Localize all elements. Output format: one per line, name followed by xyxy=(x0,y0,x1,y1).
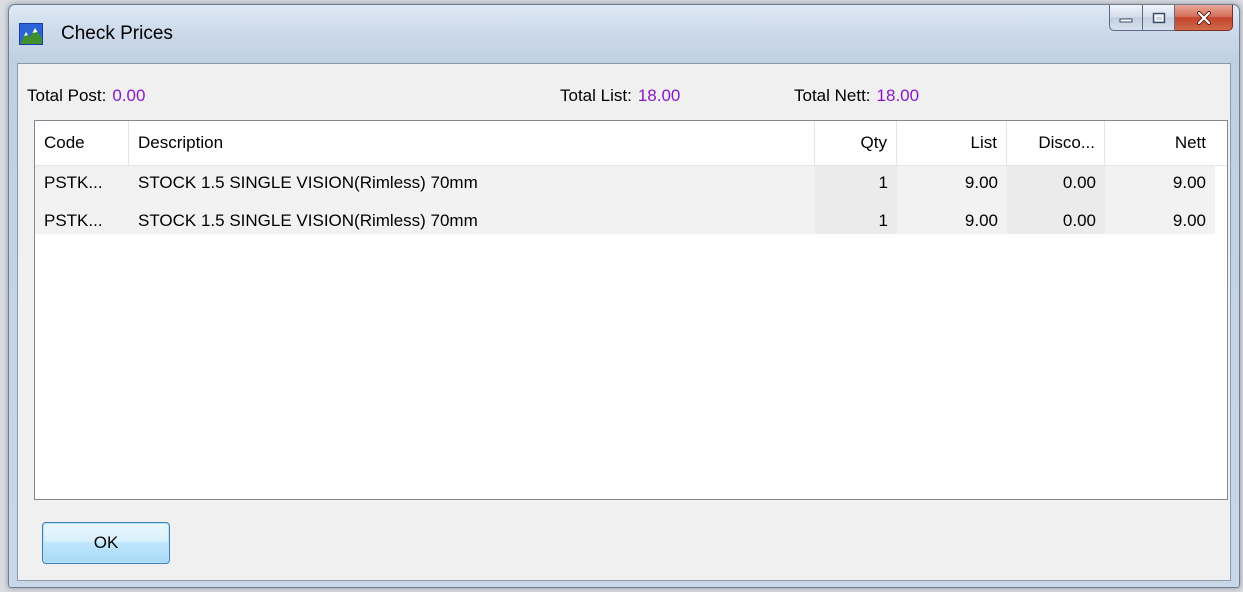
cell-qty: 1 xyxy=(815,200,897,234)
dialog-body: Total Post: 0.00 Total List: 18.00 Total N… xyxy=(17,63,1231,581)
column-header-qty[interactable]: Qty xyxy=(815,121,897,165)
caption-buttons xyxy=(1109,5,1233,31)
total-post-value: 0.00 xyxy=(112,86,146,105)
cell-nett: 9.00 xyxy=(1105,166,1215,200)
check-prices-window: Check Prices Total Post: 0.00 Total List… xyxy=(8,4,1240,588)
cell-discount: 0.00 xyxy=(1007,200,1105,234)
column-header-description[interactable]: Description xyxy=(129,121,815,165)
cell-code: PSTK... xyxy=(35,166,129,200)
cell-list: 9.00 xyxy=(897,166,1007,200)
total-list-value: 18.00 xyxy=(637,86,681,105)
prices-grid[interactable]: Code Description Qty List Disco... Nett … xyxy=(34,120,1228,500)
maximize-button[interactable] xyxy=(1143,5,1175,31)
grid-body: PSTK... STOCK 1.5 SINGLE VISION(Rimless)… xyxy=(35,166,1227,234)
table-row[interactable]: PSTK... STOCK 1.5 SINGLE VISION(Rimless)… xyxy=(35,166,1227,200)
column-header-discount[interactable]: Disco... xyxy=(1007,121,1105,165)
column-header-code[interactable]: Code xyxy=(35,121,129,165)
cell-code: PSTK... xyxy=(35,200,129,234)
cell-description: STOCK 1.5 SINGLE VISION(Rimless) 70mm xyxy=(129,166,815,200)
cell-description: STOCK 1.5 SINGLE VISION(Rimless) 70mm xyxy=(129,200,815,234)
total-post-label: Total Post: xyxy=(27,86,107,105)
total-list-label: Total List: xyxy=(560,86,632,105)
minimize-icon xyxy=(1119,18,1133,22)
title-bar[interactable]: Check Prices xyxy=(9,5,1239,63)
maximize-icon xyxy=(1152,12,1165,23)
ok-button[interactable]: OK xyxy=(42,522,170,564)
cell-list: 9.00 xyxy=(897,200,1007,234)
column-header-nett[interactable]: Nett xyxy=(1105,121,1215,165)
window-title: Check Prices xyxy=(61,23,173,44)
column-header-list[interactable]: List xyxy=(897,121,1007,165)
total-post: Total Post: 0.00 xyxy=(27,86,145,106)
total-nett-label: Total Nett: xyxy=(794,86,871,105)
cell-nett: 9.00 xyxy=(1105,200,1215,234)
table-row[interactable]: PSTK... STOCK 1.5 SINGLE VISION(Rimless)… xyxy=(35,200,1227,234)
cell-discount: 0.00 xyxy=(1007,166,1105,200)
minimize-button[interactable] xyxy=(1109,5,1143,31)
mountain-app-icon xyxy=(19,23,43,45)
close-button[interactable] xyxy=(1175,5,1233,31)
totals-bar: Total Post: 0.00 Total List: 18.00 Total N… xyxy=(18,64,1230,114)
total-nett: Total Nett: 18.00 xyxy=(794,86,919,106)
total-nett-value: 18.00 xyxy=(876,86,920,105)
grid-header: Code Description Qty List Disco... Nett xyxy=(35,121,1227,166)
total-list: Total List: 18.00 xyxy=(560,86,680,106)
close-icon xyxy=(1196,10,1211,25)
cell-qty: 1 xyxy=(815,166,897,200)
